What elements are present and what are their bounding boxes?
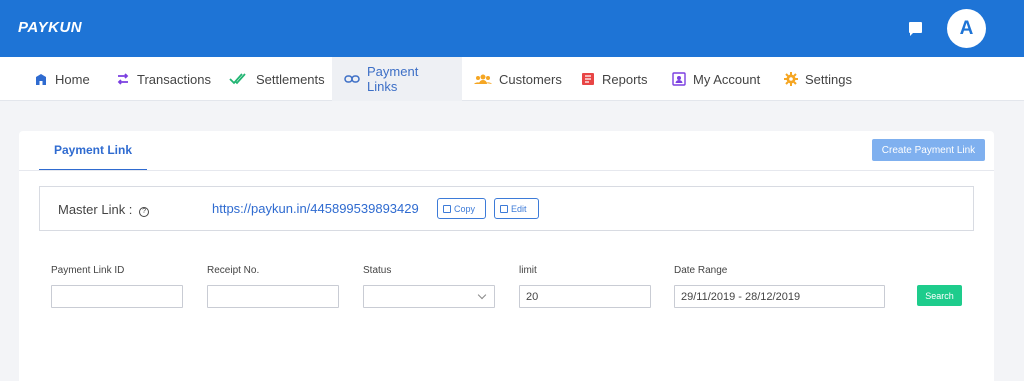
tab-divider bbox=[19, 170, 994, 171]
edit-button[interactable]: Edit bbox=[494, 198, 539, 219]
limit-input[interactable]: 20 bbox=[519, 285, 651, 308]
payment-link-card bbox=[19, 131, 994, 381]
help-icon[interactable]: ? bbox=[139, 207, 150, 217]
nav-settlements-label: Settlements bbox=[256, 71, 325, 87]
avatar[interactable]: A bbox=[947, 9, 986, 48]
double-check-icon bbox=[229, 73, 246, 85]
report-icon bbox=[582, 73, 594, 85]
nav-payment-links-label: Payment Links bbox=[367, 64, 419, 94]
transfer-icon bbox=[117, 73, 129, 85]
nav-settings[interactable]: Settings bbox=[772, 57, 864, 101]
nav-customers-label: Customers bbox=[499, 71, 562, 87]
nav-home-label: Home bbox=[55, 71, 90, 87]
chat-icon[interactable] bbox=[909, 22, 922, 36]
nav-settlements[interactable]: Settlements bbox=[217, 57, 337, 101]
master-link-url[interactable]: https://paykun.in/445899539893429 bbox=[212, 201, 419, 216]
limit-label: limit bbox=[519, 265, 537, 276]
tab-payment-link[interactable]: Payment Link bbox=[39, 131, 147, 171]
master-link-box: Master Link : ? https://paykun.in/445899… bbox=[39, 186, 974, 231]
copy-icon bbox=[443, 204, 451, 213]
account-icon bbox=[672, 72, 686, 86]
link-icon bbox=[344, 75, 360, 83]
date-range-input[interactable]: 29/11/2019 - 28/12/2019 bbox=[674, 285, 885, 308]
receipt-no-label: Receipt No. bbox=[207, 265, 260, 276]
users-icon bbox=[474, 74, 492, 84]
status-label: Status bbox=[363, 265, 392, 276]
paykun-logo[interactable]: PAYKUN bbox=[18, 19, 82, 36]
nav-settings-label: Settings bbox=[805, 71, 852, 87]
copy-button[interactable]: Copy bbox=[437, 198, 486, 219]
nav-home[interactable]: Home bbox=[22, 57, 102, 101]
receipt-no-input[interactable] bbox=[207, 285, 339, 308]
nav-payment-links[interactable]: Payment Links bbox=[332, 57, 462, 101]
home-icon bbox=[36, 74, 46, 85]
nav-transactions[interactable]: Transactions bbox=[104, 57, 223, 101]
top-bar: PAYKUN A bbox=[0, 0, 1024, 57]
chevron-down-icon bbox=[477, 290, 487, 300]
nav-reports[interactable]: Reports bbox=[569, 57, 660, 101]
nav-my-account[interactable]: My Account bbox=[660, 57, 772, 101]
nav-reports-label: Reports bbox=[602, 71, 648, 87]
payment-link-id-input[interactable] bbox=[51, 285, 183, 308]
main-nav: Home Transactions Settlements Payment Li… bbox=[0, 57, 1024, 101]
search-button[interactable]: Search bbox=[917, 285, 962, 306]
nav-transactions-label: Transactions bbox=[137, 71, 211, 87]
create-payment-link-button[interactable]: Create Payment Link bbox=[872, 139, 985, 161]
nav-my-account-label: My Account bbox=[693, 71, 761, 87]
date-range-label: Date Range bbox=[674, 265, 728, 276]
nav-customers[interactable]: Customers bbox=[462, 57, 574, 101]
payment-link-id-label: Payment Link ID bbox=[51, 265, 125, 276]
status-select[interactable] bbox=[363, 285, 495, 308]
edit-icon bbox=[500, 204, 508, 213]
master-link-label: Master Link : ? bbox=[58, 202, 150, 217]
gear-icon bbox=[784, 72, 798, 86]
